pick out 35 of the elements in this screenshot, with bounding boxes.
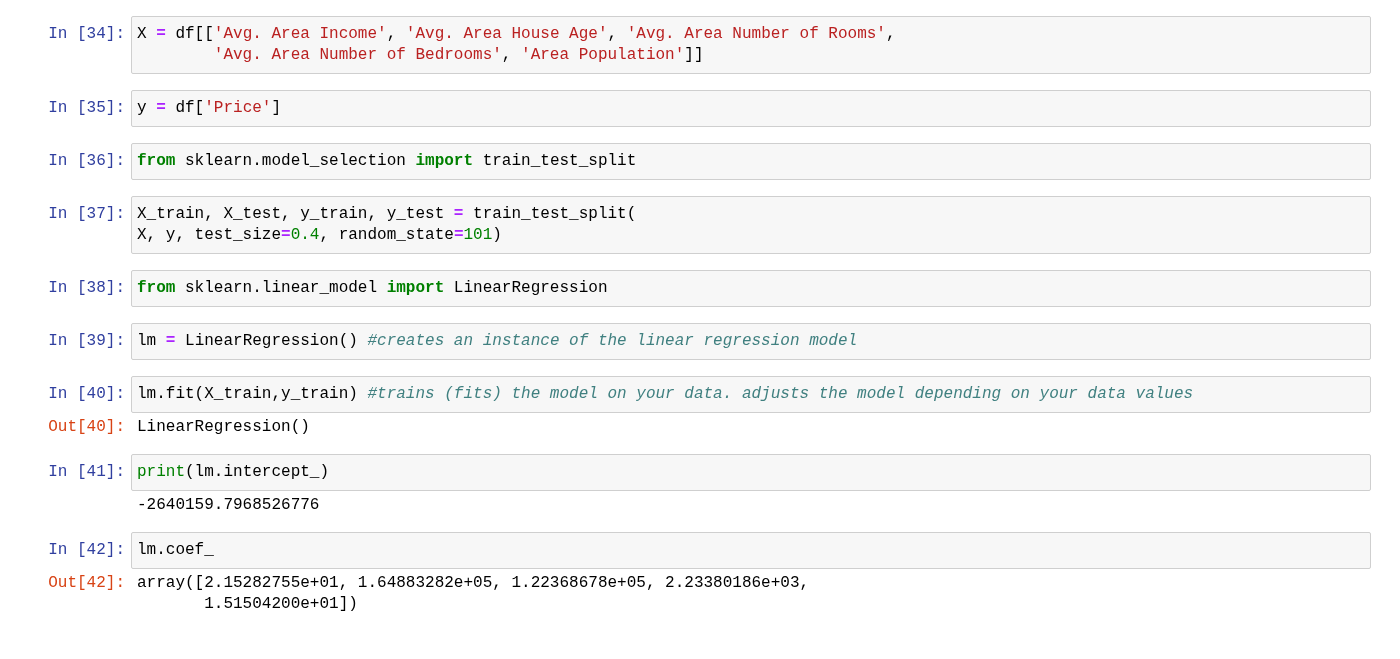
input-prompt: In [42]: xyxy=(48,541,125,559)
code-input-box[interactable]: print(lm.intercept_) xyxy=(131,454,1371,491)
input-prompt: In [35]: xyxy=(48,99,125,117)
output-line: 1.51504200e+01]) xyxy=(203,594,358,615)
output-prompt: Out[40]: xyxy=(48,418,125,436)
output-line: array([2.15282755e+01, 1.64883282e+05, 1.22368678e+05, 2.23380186e+03, xyxy=(137,573,810,594)
output-line: LinearRegression() xyxy=(137,417,310,438)
code-line: print(lm.intercept_) xyxy=(137,462,330,483)
input-prompt: In [37]: xyxy=(48,205,125,223)
code-line: lm = LinearRegression() #creates an instance of the linear regression model xyxy=(137,331,858,352)
input-prompt: In [39]: xyxy=(48,332,125,350)
code-line: X = df[['Avg. Area Income', 'Avg. Area House Age', 'Avg. Area Number of Rooms', xyxy=(137,24,896,45)
code-input-box[interactable]: y = df['Price'] xyxy=(131,90,1371,127)
code-line: X_train, X_test, y_train, y_test = train_test_split( xyxy=(137,204,637,225)
code-line: from sklearn.linear_model import LinearRegression xyxy=(137,278,608,299)
code-line: y = df['Price'] xyxy=(137,98,282,119)
input-prompt: In [41]: xyxy=(48,463,125,481)
code-input-box[interactable]: lm.coef_ xyxy=(131,532,1371,569)
code-input-box[interactable]: X_train, X_test, y_train, y_test = train_test_split( X, y, test_size=0.4, random_state=101) xyxy=(131,196,1371,254)
output-line: -2640159.7968526776 xyxy=(137,495,320,516)
input-prompt: In [38]: xyxy=(48,279,125,297)
input-prompt: In [34]: xyxy=(48,25,125,43)
code-line: 'Avg. Area Number of Bedrooms', 'Area Population']] xyxy=(212,45,704,66)
input-prompt: In [40]: xyxy=(48,385,125,403)
code-line: lm.coef_ xyxy=(137,540,214,561)
code-input-box[interactable]: X = df[['Avg. Area Income', 'Avg. Area House Age', 'Avg. Area Number of Rooms', 'Avg. Area Number of Bedrooms', 'Area Population']] xyxy=(131,16,1371,74)
code-line: from sklearn.model_selection import train_test_split xyxy=(137,151,637,172)
code-line: X, y, test_size=0.4, random_state=101) xyxy=(137,225,502,246)
code-input-box[interactable]: from sklearn.linear_model import LinearRegression xyxy=(131,270,1371,307)
code-line: lm.fit(X_train,y_train) #trains (fits) the model on your data. adjusts the model depending on your data values xyxy=(137,384,1194,405)
code-input-box[interactable]: lm.fit(X_train,y_train) #trains (fits) the model on your data. adjusts the model depending on your data values xyxy=(131,376,1371,413)
code-input-box[interactable]: from sklearn.model_selection import train_test_split xyxy=(131,143,1371,180)
output-prompt: Out[42]: xyxy=(48,574,125,592)
code-input-box[interactable]: lm = LinearRegression() #creates an instance of the linear regression model xyxy=(131,323,1371,360)
input-prompt: In [36]: xyxy=(48,152,125,170)
